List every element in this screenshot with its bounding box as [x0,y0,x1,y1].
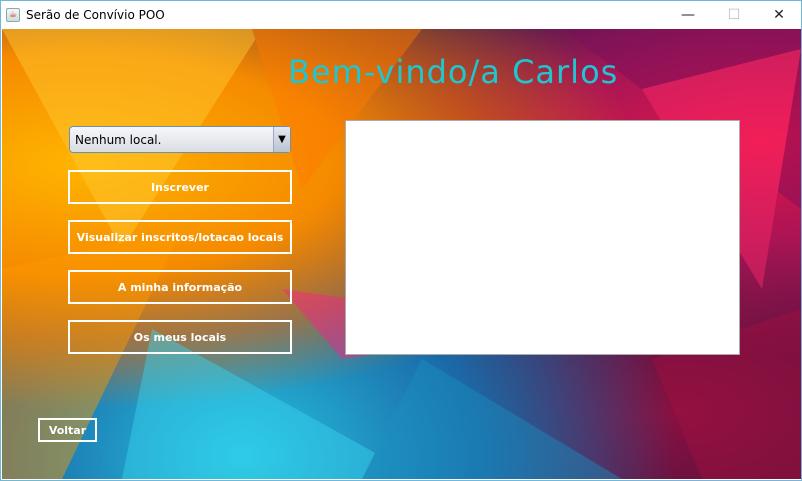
minha-informacao-button[interactable]: A minha informação [68,270,292,304]
chevron-down-icon[interactable]: ▼ [273,127,290,152]
voltar-button[interactable]: Voltar [38,418,97,442]
minimize-button[interactable]: — [665,1,711,29]
title-bar: ☕ Serão de Convívio POO — ☐ ✕ [1,1,801,29]
welcome-heading: Bem-vindo/a Carlos [288,53,619,91]
meus-locais-button[interactable]: Os meus locais [68,320,292,354]
local-dropdown-value: Nenhum local. [75,133,162,147]
info-display-area [345,120,740,355]
visualizar-inscritos-button[interactable]: Visualizar inscritos/lotacao locais [68,220,292,254]
maximize-button[interactable]: ☐ [711,1,757,29]
app-window: ☕ Serão de Convívio POO — ☐ ✕ Bem-vindo/… [0,0,802,481]
window-title: Serão de Convívio POO [26,8,165,22]
close-button[interactable]: ✕ [756,1,802,29]
inscrever-button[interactable]: Inscrever [68,170,292,204]
background-panel: Bem-vindo/a Carlos Nenhum local. ▼ Inscr… [2,29,801,479]
local-dropdown[interactable]: Nenhum local. ▼ [69,126,291,153]
java-icon: ☕ [6,8,20,22]
